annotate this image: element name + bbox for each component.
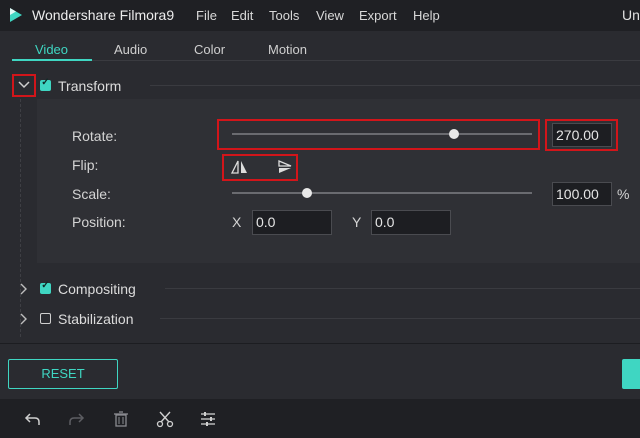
footer-divider [0, 343, 640, 344]
project-title-truncated: Un [622, 7, 640, 23]
tab-audio[interactable]: Audio [114, 42, 147, 57]
compositing-checkbox[interactable]: ✓ [40, 280, 51, 294]
rotate-slider-handle[interactable] [449, 129, 459, 139]
redo-icon[interactable] [67, 410, 85, 428]
menu-file[interactable]: File [196, 8, 217, 23]
transform-label: Transform [58, 78, 122, 94]
menu-edit[interactable]: Edit [231, 8, 253, 23]
rotate-label: Rotate: [72, 128, 118, 144]
stabilization-label: Stabilization [58, 311, 134, 327]
section-divider [165, 288, 640, 289]
flip-horizontal-icon[interactable] [229, 157, 251, 177]
rotate-value-input[interactable]: 270.00 [552, 123, 612, 147]
chevron-right-icon[interactable] [20, 313, 28, 325]
checkmark-icon: ✓ [41, 77, 50, 88]
undo-icon[interactable] [24, 410, 42, 428]
scale-slider-handle[interactable] [302, 188, 312, 198]
scale-label: Scale: [72, 186, 111, 202]
chevron-down-icon[interactable] [18, 81, 30, 89]
timeline-toolbar [0, 399, 640, 438]
tab-video[interactable]: Video [35, 42, 68, 57]
trash-icon[interactable] [112, 410, 130, 428]
menu-tools[interactable]: Tools [269, 8, 299, 23]
section-divider [150, 85, 640, 86]
menu-view[interactable]: View [316, 8, 344, 23]
transform-checkbox[interactable]: ✓ [40, 77, 51, 91]
position-x-label: X [232, 214, 242, 230]
flip-vertical-icon[interactable] [274, 157, 296, 177]
chevron-right-icon[interactable] [20, 283, 28, 295]
stabilization-checkbox[interactable] [40, 313, 51, 324]
menu-export[interactable]: Export [359, 8, 397, 23]
ok-button[interactable] [622, 359, 640, 389]
position-y-label: Y [352, 214, 362, 230]
tree-guide-line [20, 99, 22, 337]
sliders-icon[interactable] [199, 410, 217, 428]
flip-label: Flip: [72, 157, 99, 173]
compositing-label: Compositing [58, 281, 136, 297]
rotate-slider[interactable] [232, 133, 532, 135]
filmora-logo-icon [7, 6, 25, 24]
position-label: Position: [72, 214, 126, 230]
tab-color[interactable]: Color [194, 42, 225, 57]
tabs-bar [0, 31, 640, 62]
active-tab-indicator [12, 59, 92, 61]
section-divider [160, 318, 640, 319]
tab-motion[interactable]: Motion [268, 42, 307, 57]
app-title: Wondershare Filmora9 [32, 7, 175, 23]
menu-help[interactable]: Help [413, 8, 440, 23]
tab-divider [92, 60, 640, 61]
scale-unit: % [617, 186, 630, 202]
position-x-input[interactable]: 0.0 [252, 210, 332, 235]
position-y-input[interactable]: 0.0 [371, 210, 451, 235]
reset-button[interactable]: RESET [8, 359, 118, 389]
scale-value-input[interactable]: 100.00 [552, 182, 612, 206]
checkmark-icon: ✓ [41, 280, 50, 291]
scissors-icon[interactable] [156, 410, 174, 428]
scale-slider[interactable] [232, 192, 532, 194]
